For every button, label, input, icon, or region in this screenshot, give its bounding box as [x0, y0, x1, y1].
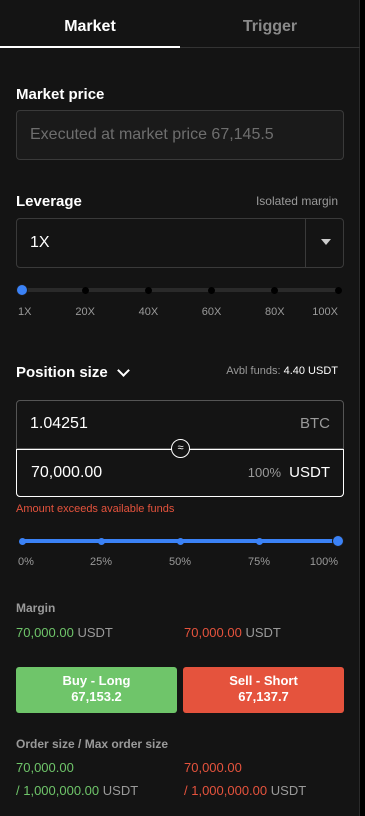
leverage-slider[interactable]	[16, 284, 342, 296]
position-size-inputs: 1.04251 BTC ≈ 70,000.00 100% USDT	[16, 400, 344, 497]
margin-short-value: 70,000.00	[184, 625, 242, 640]
position-size-label[interactable]: Position size	[16, 364, 108, 381]
max-order-size-short-unit: USDT	[270, 783, 307, 798]
tab-trigger[interactable]: Trigger	[180, 0, 360, 48]
position-size-slider[interactable]	[18, 535, 344, 547]
leverage-slider-tick-label: 1X	[18, 306, 32, 318]
chevron-down-icon[interactable]	[321, 239, 331, 245]
base-unit: BTC	[300, 415, 330, 432]
leverage-slider-stop[interactable]	[271, 286, 279, 294]
order-size-long-value: 70,000.00	[16, 760, 74, 775]
position-size-slider-stop[interactable]	[18, 537, 26, 545]
margin-label: Margin	[16, 601, 56, 615]
margin-long-unit: USDT	[77, 625, 113, 640]
position-size-slider-tick-label: 25%	[89, 556, 113, 568]
market-price-field: Executed at market price 67,145.5	[16, 110, 344, 160]
position-size-slider-tick-label: 100%	[309, 556, 338, 568]
buy-long-price: 67,153.2	[71, 689, 122, 704]
leverage-slider-stop[interactable]	[334, 286, 342, 294]
leverage-slider-tick-label: 100X	[312, 306, 338, 318]
leverage-selected-value: 1X	[30, 234, 50, 251]
position-size-slider-stop[interactable]	[97, 537, 105, 545]
margin-mode-toggle[interactable]: Isolated margin	[256, 194, 338, 208]
max-order-size-long-value: / 1,000,000.00	[16, 783, 100, 798]
leverage-slider-tick-label: 80X	[265, 306, 285, 318]
available-funds-label: Avbl funds:	[226, 365, 281, 377]
chevron-down-icon[interactable]	[117, 364, 130, 377]
max-order-size-short-value: / 1,000,000.00	[184, 783, 268, 798]
leverage-select[interactable]: 1X	[16, 218, 344, 268]
margin-long: 70,000.00 USDT	[16, 625, 113, 640]
max-order-size-long-unit: USDT	[102, 783, 139, 798]
margin-short: 70,000.00 USDT	[184, 625, 281, 640]
base-amount-value[interactable]: 1.04251	[30, 401, 88, 447]
leverage-slider-tick-label: 60X	[201, 306, 222, 318]
leverage-slider-stop[interactable]	[81, 286, 89, 294]
order-size-label: Order size / Max order size	[16, 737, 169, 751]
error-message: Amount exceeds available funds	[16, 503, 175, 515]
margin-long-value: 70,000.00	[16, 625, 74, 640]
swap-icon[interactable]: ≈	[171, 439, 190, 458]
available-funds-value: 4.40 USDT	[283, 365, 338, 377]
order-size-short-value: 70,000.00	[184, 760, 242, 775]
leverage-slider-stop[interactable]	[208, 286, 216, 294]
sell-short-price: 67,137.7	[238, 689, 289, 704]
leverage-label: Leverage	[16, 193, 82, 210]
position-size-slider-stop[interactable]	[255, 537, 263, 545]
quote-amount-value[interactable]: 70,000.00	[31, 450, 102, 496]
buy-long-button[interactable]: Buy - Long 67,153.2	[16, 667, 177, 713]
max-order-size-long: / 1,000,000.00 USDT	[16, 783, 138, 798]
tab-market[interactable]: Market	[0, 0, 180, 48]
position-size-slider-stop[interactable]	[176, 537, 184, 545]
position-size-slider-tick-label: 0%	[18, 556, 34, 568]
sell-short-button[interactable]: Sell - Short 67,137.7	[183, 667, 344, 713]
quote-percent: 100%	[247, 465, 281, 480]
market-price-label: Market price	[16, 86, 105, 103]
max-order-size-short: / 1,000,000.00 USDT	[184, 783, 306, 798]
position-size-slider-tick-label: 75%	[247, 556, 271, 568]
quote-unit-select[interactable]: USDT	[289, 450, 330, 496]
leverage-slider-handle[interactable]	[16, 284, 28, 296]
leverage-slider-tick-label: 40X	[138, 306, 159, 318]
active-tab-indicator	[0, 46, 180, 48]
leverage-slider-stop[interactable]	[144, 286, 152, 294]
available-funds: Avbl funds: 4.40 USDT	[226, 365, 338, 377]
buy-long-label: Buy - Long	[62, 673, 131, 688]
margin-short-unit: USDT	[245, 625, 281, 640]
sell-short-label: Sell - Short	[229, 673, 298, 688]
position-size-slider-tick-label: 50%	[168, 556, 192, 568]
position-size-slider-handle[interactable]	[332, 535, 344, 547]
order-type-tabs: Market Trigger	[0, 0, 360, 48]
leverage-select-divider	[305, 219, 306, 267]
leverage-slider-tick-label: 20X	[75, 306, 95, 318]
order-panel: Market Trigger Market price Executed at …	[0, 0, 360, 816]
